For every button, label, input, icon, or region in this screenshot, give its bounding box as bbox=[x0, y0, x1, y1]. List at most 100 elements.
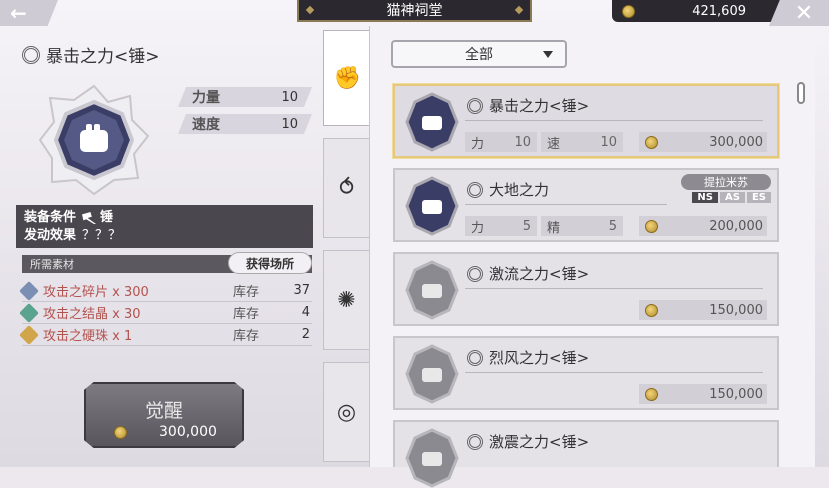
item-name: 暴击之力<锤> bbox=[467, 95, 589, 116]
gear-icon bbox=[467, 349, 483, 366]
item-name-text: 烈风之力<锤> bbox=[489, 349, 590, 367]
tag-as: AS bbox=[720, 192, 745, 203]
item-gem-icon bbox=[38, 84, 150, 196]
equip-condition-value: 锤 bbox=[100, 210, 114, 225]
scrollbar-thumb[interactable] bbox=[797, 82, 805, 104]
divider bbox=[465, 288, 763, 289]
coin-icon bbox=[645, 303, 658, 317]
price-box: 150,000 bbox=[639, 384, 767, 404]
filter-dropdown[interactable]: 全部 bbox=[391, 40, 567, 68]
material-row[interactable]: 攻击之碎片 x 300 库存 37 bbox=[19, 280, 312, 302]
spiral-icon: ◎ bbox=[336, 399, 357, 425]
item-name-text: 激震之力<锤> bbox=[489, 433, 590, 451]
effect-value: ？？？ bbox=[82, 228, 122, 243]
item-name-text: 暴击之力<锤> bbox=[489, 97, 590, 115]
tab-swirl[interactable]: ⥀ bbox=[323, 138, 369, 238]
item-name: 激震之力<锤> bbox=[467, 431, 589, 452]
stat-label: 速度 bbox=[192, 117, 220, 133]
price-box: 150,000 bbox=[639, 300, 767, 320]
awaken-label: 觉醒 bbox=[144, 400, 183, 422]
material-name: 攻击之结晶 x 30 bbox=[43, 307, 141, 322]
stat-value: 5 bbox=[522, 218, 531, 234]
stock-label: 库存 bbox=[233, 329, 260, 344]
coin-icon bbox=[645, 135, 658, 149]
star-burst-icon: ✺ bbox=[337, 287, 356, 313]
fragment-icon bbox=[19, 280, 39, 301]
tab-spiral[interactable]: ◎ bbox=[323, 362, 369, 462]
crystal-icon bbox=[19, 302, 39, 323]
grey-gem-icon bbox=[405, 344, 459, 404]
price-box: 300,000 bbox=[639, 132, 767, 152]
stat-label: 精 bbox=[547, 220, 561, 236]
stat-label: 力 bbox=[471, 136, 485, 152]
item-name-text: 激流之力<锤> bbox=[489, 265, 590, 283]
list-item[interactable]: 烈风之力<锤> 150,000 bbox=[393, 336, 779, 410]
awaken-cost: 300,000 bbox=[114, 424, 217, 440]
stat-value: 10 bbox=[281, 116, 298, 132]
acquire-location-button[interactable]: 获得场所 bbox=[228, 252, 312, 274]
material-row[interactable]: 攻击之结晶 x 30 库存 4 bbox=[19, 302, 312, 324]
list-item[interactable]: 大地之力 提拉米苏 NS AS ES 力5 精5 200,000 bbox=[393, 168, 779, 242]
material-name: 攻击之硬珠 x 1 bbox=[43, 329, 133, 344]
gear-icon bbox=[467, 181, 483, 198]
item-name-text: 大地之力 bbox=[489, 181, 550, 199]
tag-ns: NS bbox=[692, 192, 718, 203]
character-badge: 提拉米苏 bbox=[681, 174, 771, 190]
divider bbox=[465, 372, 763, 373]
divider bbox=[465, 204, 667, 205]
stat-value: 5 bbox=[608, 218, 617, 234]
stat-label: 速 bbox=[547, 136, 561, 152]
coin-icon bbox=[622, 4, 635, 18]
gear-icon bbox=[22, 45, 40, 64]
equip-condition-label: 装备条件 bbox=[24, 210, 77, 225]
hammer-icon bbox=[82, 212, 97, 224]
stat-box: 精5 bbox=[541, 216, 623, 236]
stat-label: 力 bbox=[471, 220, 485, 236]
currency-display: 421,609 bbox=[612, 0, 780, 22]
stance-tags: NS AS ES bbox=[692, 192, 771, 203]
stock-qty: 4 bbox=[301, 305, 310, 320]
stat-value: 10 bbox=[600, 134, 617, 150]
currency-value: 421,609 bbox=[692, 3, 746, 19]
back-arrow-icon: ← bbox=[10, 1, 27, 25]
gear-icon bbox=[467, 433, 483, 450]
material-name: 攻击之碎片 x 300 bbox=[43, 285, 149, 300]
stat-box: 力 10 bbox=[465, 132, 537, 152]
price-box: 200,000 bbox=[639, 216, 767, 236]
coin-icon bbox=[645, 219, 658, 233]
coin-icon bbox=[645, 387, 658, 401]
list-item[interactable]: 激震之力<锤> bbox=[393, 420, 779, 488]
material-row[interactable]: 攻击之硬珠 x 1 库存 2 bbox=[19, 324, 312, 346]
dark-gem-icon bbox=[405, 92, 459, 152]
tab-fist[interactable]: ✊ bbox=[323, 30, 371, 126]
item-name: 激流之力<锤> bbox=[467, 263, 589, 284]
gear-icon bbox=[467, 265, 483, 282]
divider bbox=[465, 120, 763, 121]
grey-gem-icon bbox=[405, 260, 459, 320]
item-title: 暴击之力<锤> bbox=[22, 42, 160, 67]
coin-icon bbox=[114, 425, 127, 439]
awaken-cost-value: 300,000 bbox=[159, 424, 217, 440]
stat-value: 10 bbox=[514, 134, 531, 150]
price-value: 150,000 bbox=[709, 302, 763, 318]
filter-selected: 全部 bbox=[465, 47, 493, 63]
close-icon: ✕ bbox=[794, 0, 814, 26]
page-title-text: 猫神祠堂 bbox=[386, 3, 443, 19]
awaken-button[interactable]: 觉醒 300,000 bbox=[84, 382, 244, 448]
price-value: 150,000 bbox=[709, 386, 763, 402]
materials-header-text: 所需素材 bbox=[30, 258, 74, 271]
swirl-plus-icon: ⥀ bbox=[338, 175, 355, 201]
tab-starburst[interactable]: ✺ bbox=[323, 250, 369, 350]
item-name: 大地之力 bbox=[467, 179, 549, 200]
list-item[interactable]: 激流之力<锤> 150,000 bbox=[393, 252, 779, 326]
stat-value: 10 bbox=[281, 89, 298, 105]
stock-qty: 2 bbox=[301, 327, 310, 342]
grey-gem-icon bbox=[405, 428, 459, 488]
equip-info-box: 装备条件 锤 发动效果 ？？？ bbox=[16, 205, 313, 248]
acquire-location-label: 获得场所 bbox=[245, 256, 294, 271]
list-item[interactable]: 暴击之力<锤> 力 10 速 10 300,000 bbox=[393, 84, 779, 158]
stat-box: 力5 bbox=[465, 216, 537, 236]
dark-gem-icon bbox=[405, 176, 459, 236]
price-value: 300,000 bbox=[709, 134, 763, 150]
fist-icon: ✊ bbox=[333, 65, 362, 91]
